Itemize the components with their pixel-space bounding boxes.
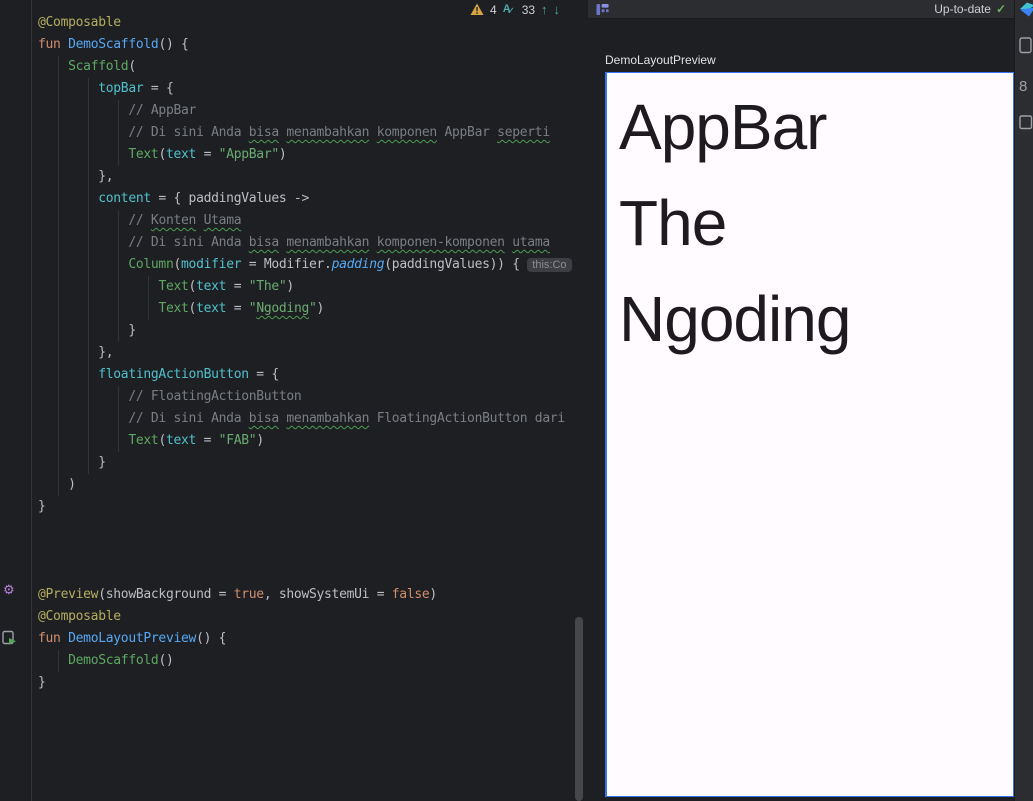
code-line[interactable]: }, (38, 342, 585, 364)
compose-preview-panel: Up-to-date ✓ DemoLayoutPreview AppBarThe… (588, 0, 1014, 801)
code-line[interactable]: // Konten Utama (38, 210, 585, 232)
typo-check: ✓ (507, 6, 515, 17)
document-tool-icon[interactable] (1019, 115, 1033, 135)
code-line[interactable]: fun DemoScaffold() { (38, 34, 585, 56)
canvas-text-line: Ngoding (619, 271, 1013, 367)
code-line[interactable]: // Di sini Anda bisa menambahkan kompone… (38, 232, 585, 254)
code-line[interactable]: Text(text = "The") (38, 276, 585, 298)
editor-scrollbar[interactable] (575, 617, 583, 801)
warning-icon[interactable] (470, 3, 484, 16)
code-line[interactable]: // Di sini Anda bisa menambahkan kompone… (38, 122, 585, 144)
code-line[interactable]: ) (38, 474, 585, 496)
code-line[interactable] (38, 518, 585, 540)
code-line[interactable]: }, (38, 166, 585, 188)
code-line[interactable]: Text(text = "AppBar") (38, 144, 585, 166)
code-line[interactable]: // Di sini Anda bisa menambahkan Floatin… (38, 408, 585, 430)
code-line[interactable] (38, 540, 585, 562)
build-status-text: Up-to-date (934, 2, 991, 16)
gutter-separator (31, 0, 32, 801)
compose-tool-glyph (1019, 1, 1033, 17)
code-line[interactable]: DemoScaffold() (38, 650, 585, 672)
canvas-text-line: AppBar (619, 79, 1013, 175)
code-line[interactable]: } (38, 496, 585, 518)
grid-view-icon[interactable] (596, 3, 609, 16)
code-line[interactable]: topBar = { (38, 78, 585, 100)
code-line[interactable]: floatingActionButton = { (38, 364, 585, 386)
code-lines[interactable]: @Composable fun DemoScaffold() { Scaffold… (38, 12, 585, 694)
run-preview-icon[interactable] (2, 630, 18, 647)
code-line[interactable]: @Preview(showBackground = true, showSyst… (38, 584, 585, 606)
code-line[interactable]: } (38, 320, 585, 342)
run-preview-glyph (2, 630, 18, 647)
code-line[interactable]: @Composable (38, 606, 585, 628)
canvas-text-column: AppBarTheNgoding (607, 73, 1013, 367)
canvas-text-line: The (619, 175, 1013, 271)
inspections-widget: 4 A ✓ 33 ↑ ↓ (470, 0, 560, 19)
arrow-down-icon[interactable]: ↓ (554, 0, 561, 19)
code-line[interactable]: } (38, 452, 585, 474)
arrow-up-icon[interactable]: ↑ (541, 0, 548, 19)
typo-inspection-icon[interactable]: A ✓ (503, 3, 516, 17)
build-status-chip[interactable]: Up-to-date ✓ (934, 2, 1006, 16)
right-tool-sidebar: 8 (1014, 0, 1033, 801)
code-line[interactable]: // AppBar (38, 100, 585, 122)
preview-name-label[interactable]: DemoLayoutPreview (605, 53, 716, 67)
ide-root: ⚙ @Composable fun DemoScaffold() { Scaffo… (0, 0, 1033, 801)
document-glyph (1019, 115, 1033, 130)
code-line[interactable]: Text(text = "FAB") (38, 430, 585, 452)
code-line[interactable]: Scaffold( (38, 56, 585, 78)
device-glyph (1019, 37, 1033, 54)
code-line[interactable]: // FloatingActionButton (38, 386, 585, 408)
typo-count[interactable]: 33 (522, 3, 535, 17)
gradle-tool-icon[interactable]: 8 (1019, 78, 1027, 95)
preview-settings-gear-icon[interactable]: ⚙ (3, 583, 15, 596)
warning-count[interactable]: 4 (490, 3, 497, 17)
code-line[interactable]: content = { paddingValues -> (38, 188, 585, 210)
preview-toolbar: Up-to-date ✓ (588, 0, 1014, 19)
up-to-date-check-icon: ✓ (996, 2, 1006, 16)
code-line[interactable]: fun DemoLayoutPreview() { (38, 628, 585, 650)
code-line[interactable]: Text(text = "Ngoding") (38, 298, 585, 320)
compose-tool-icon[interactable] (1019, 1, 1033, 22)
preview-canvas[interactable]: AppBarTheNgoding (605, 72, 1014, 797)
code-editor[interactable]: ⚙ @Composable fun DemoScaffold() { Scaffo… (0, 0, 585, 801)
code-line[interactable] (38, 562, 585, 584)
code-line[interactable]: } (38, 672, 585, 694)
device-manager-icon[interactable] (1019, 37, 1033, 59)
code-line[interactable]: Column(modifier = Modifier.padding(paddi… (38, 254, 585, 276)
